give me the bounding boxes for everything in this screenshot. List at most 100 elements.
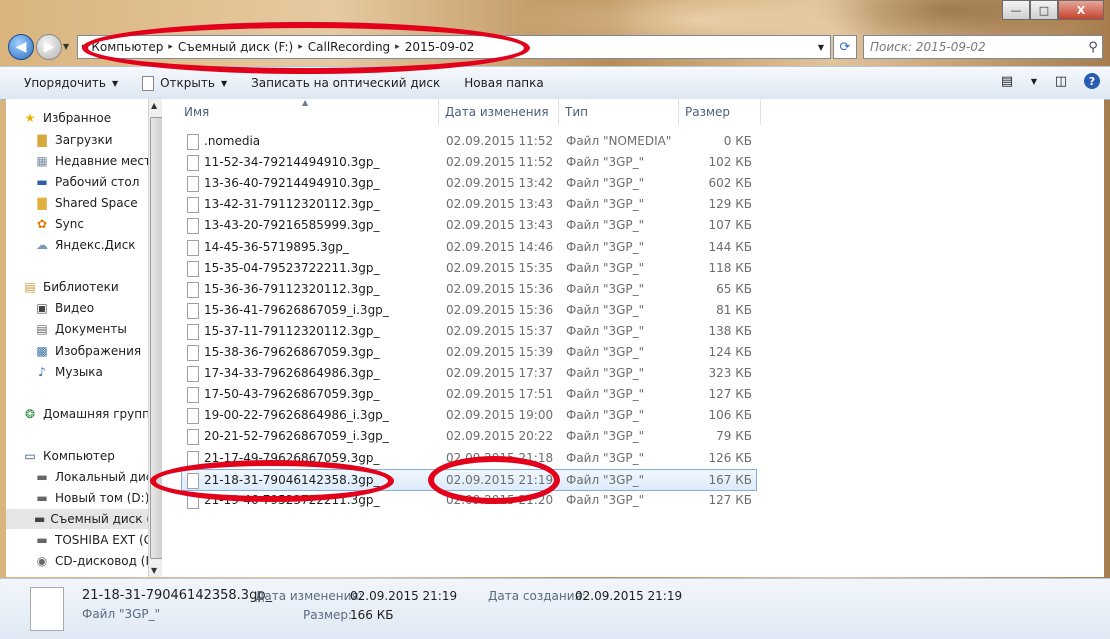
- burn-button[interactable]: Записать на оптический диск: [239, 76, 452, 90]
- file-row[interactable]: 14-45-36-5719895.3gp_ 02.09.2015 14:46 Фай…: [182, 237, 756, 257]
- column-label: Имя: [184, 105, 210, 119]
- nav-new-volume[interactable]: ▬ Новый том (D:): [34, 488, 148, 508]
- file-type: Файл "3GP_": [566, 450, 645, 465]
- file-row[interactable]: 13-36-40-79214494910.3gp_ 02.09.2015 13:4…: [182, 173, 756, 193]
- file-row[interactable]: 11-52-34-79214494910.3gp_ 02.09.2015 11:5…: [182, 152, 756, 172]
- organize-button[interactable]: Упорядочить ▼: [0, 76, 130, 90]
- nav-local-disk[interactable]: ▬ Локальный диск: [34, 467, 148, 487]
- nav-label: Музыка: [55, 365, 103, 379]
- details-filetype: Файл "3GP_": [82, 607, 161, 621]
- annotation-ellipse: [428, 456, 560, 504]
- nav-computer[interactable]: ▭ Компьютер: [22, 446, 115, 466]
- nav-favorites[interactable]: ★ Избранное: [22, 108, 112, 128]
- nav-video[interactable]: ▣ Видео: [34, 298, 94, 318]
- file-icon: [187, 134, 199, 150]
- file-type: Файл "3GP_": [566, 429, 645, 444]
- column-header-size[interactable]: Размер: [680, 99, 761, 125]
- file-type: Файл "3GP_": [566, 302, 645, 317]
- file-row[interactable]: 15-37-11-79112320112.3gp_ 02.09.2015 15:3…: [182, 321, 756, 341]
- nav-removable-disk[interactable]: ▬ Съемный диск (: [6, 509, 148, 529]
- file-row[interactable]: 19-00-22-79626864986_i.3gp_ 02.09.2015 19…: [182, 405, 756, 425]
- nav-label: Новый том (D:): [55, 491, 148, 505]
- cd-drive-icon: ◉: [36, 554, 48, 568]
- file-date: 02.09.2015 11:52: [446, 134, 554, 148]
- search-box[interactable]: Поиск: 2015-09-02 ⚲: [863, 35, 1103, 59]
- file-row[interactable]: 15-38-36-79626867059.3gp_ 02.09.2015 15:3…: [182, 342, 756, 362]
- homegroup-icon: ❂: [24, 407, 36, 421]
- column-header-name[interactable]: Имя: [182, 99, 439, 125]
- file-size: 167 КБ: [708, 472, 752, 487]
- file-type: Файл "3GP_": [566, 218, 645, 233]
- file-icon: [187, 281, 199, 298]
- file-row[interactable]: 13-43-20-79216585999.3gp_ 02.09.2015 13:4…: [182, 215, 756, 235]
- preview-pane-icon[interactable]: ◫: [1052, 72, 1070, 90]
- nav-yandex-disk[interactable]: ☁ Яндекс.Диск: [34, 235, 136, 255]
- file-icon: [187, 387, 199, 404]
- refresh-button[interactable]: ⟳: [833, 35, 857, 59]
- nav-sync[interactable]: ✿ Sync: [34, 214, 84, 234]
- nav-images[interactable]: ▩ Изображения: [34, 341, 141, 361]
- minimize-button[interactable]: —: [1002, 0, 1030, 20]
- new-folder-label: Новая папка: [464, 76, 544, 90]
- file-name: 15-37-11-79112320112.3gp_: [204, 323, 380, 338]
- file-row[interactable]: 17-50-43-79626867059.3gp_ 02.09.2015 17:5…: [182, 384, 756, 404]
- recent-pages-dropdown[interactable]: ▼: [63, 42, 69, 51]
- file-name: 14-45-36-5719895.3gp_: [204, 239, 349, 254]
- nav-desktop[interactable]: ▬ Рабочий стол: [34, 172, 139, 192]
- nav-homegroup[interactable]: ❂ Домашняя группа: [22, 404, 148, 424]
- column-header-date[interactable]: Дата изменения: [440, 99, 559, 125]
- file-row[interactable]: 17-34-33-79626864986.3gp_ 02.09.2015 17:3…: [182, 363, 756, 383]
- file-row[interactable]: .nomedia 02.09.2015 11:52 Файл "NOMEDIA" 0 …: [182, 131, 756, 151]
- file-date: 02.09.2015 17:51: [446, 387, 554, 402]
- file-name: 13-42-31-79112320112.3gp_: [204, 197, 380, 212]
- nav-cd-drive[interactable]: ◉ CD-дисковод (H: [34, 551, 148, 571]
- file-row[interactable]: 13-42-31-79112320112.3gp_ 02.09.2015 13:4…: [182, 194, 756, 214]
- file-type: Файл "3GP_": [566, 345, 645, 359]
- file-date: 02.09.2015 15:36: [446, 281, 554, 296]
- file-row[interactable]: 15-36-36-79112320112.3gp_ 02.09.2015 15:3…: [182, 279, 756, 299]
- column-header-type[interactable]: Тип: [560, 99, 679, 125]
- file-type: Файл "3GP_": [566, 260, 645, 275]
- file-size: 107 КБ: [708, 218, 752, 233]
- nav-music[interactable]: ♪ Музыка: [34, 362, 103, 382]
- search-icon[interactable]: ⚲: [1084, 40, 1102, 55]
- back-button[interactable]: ◀: [8, 34, 34, 60]
- view-options-icon[interactable]: ▤: [998, 72, 1016, 90]
- forward-button[interactable]: ▶: [36, 34, 62, 60]
- open-button[interactable]: Открыть ▼: [130, 75, 239, 91]
- close-button[interactable]: X: [1058, 0, 1104, 20]
- scroll-down-icon[interactable]: ▼: [151, 566, 157, 575]
- nav-recent-places[interactable]: ▦ Недавние места: [34, 151, 148, 171]
- nav-libraries[interactable]: ▤ Библиотеки: [22, 277, 118, 297]
- nav-label: CD-дисковод (H: [55, 554, 148, 568]
- search-input[interactable]: Поиск: 2015-09-02: [864, 40, 1084, 54]
- navigation-scrollbar[interactable]: ▲ ▼: [148, 99, 163, 577]
- file-date: 02.09.2015 13:43: [446, 197, 554, 212]
- nav-downloads[interactable]: ▇ Загрузки: [34, 130, 112, 150]
- file-row[interactable]: 15-36-41-79626867059_i.3gp_ 02.09.2015 15…: [182, 300, 756, 320]
- file-name: 11-52-34-79214494910.3gp_: [204, 155, 380, 170]
- command-bar: Упорядочить ▼ Открыть ▼ Записать на оптиче…: [0, 66, 1110, 100]
- file-type: Файл "3GP_": [566, 176, 645, 191]
- nav-toshiba[interactable]: ▬ TOSHIBA EXT (G:: [34, 530, 148, 550]
- file-icon: [187, 155, 199, 172]
- removable-drive-icon: ▬: [34, 512, 46, 526]
- navigation-pane: ★ Избранное ▇ Загрузки ▦ Недавние места ▬ Ра…: [6, 99, 148, 577]
- nav-documents[interactable]: ▤ Документы: [34, 319, 126, 339]
- file-type: Файл "3GP_": [566, 408, 645, 423]
- chevron-down-icon[interactable]: ▼: [1030, 72, 1038, 90]
- file-icon: [187, 260, 199, 277]
- address-history-dropdown[interactable]: ▼: [818, 43, 830, 52]
- file-size: 129 КБ: [708, 197, 752, 212]
- arrow-right-icon: ▶: [43, 39, 55, 55]
- new-folder-button[interactable]: Новая папка: [452, 76, 555, 90]
- file-date: 02.09.2015 19:00: [446, 408, 554, 423]
- maximize-button[interactable]: □: [1030, 0, 1058, 20]
- file-row[interactable]: 15-35-04-79523722211.3gp_ 02.09.2015 15:3…: [182, 258, 756, 278]
- scroll-up-icon[interactable]: ▲: [151, 101, 157, 110]
- file-type: Файл "3GP_": [566, 197, 645, 212]
- nav-shared-space[interactable]: ▇ Shared Space: [34, 193, 137, 213]
- help-icon[interactable]: ?: [1084, 73, 1100, 89]
- file-row[interactable]: 20-21-52-79626867059_i.3gp_ 02.09.2015 20…: [182, 426, 756, 446]
- annotation-ellipse: [150, 460, 394, 502]
